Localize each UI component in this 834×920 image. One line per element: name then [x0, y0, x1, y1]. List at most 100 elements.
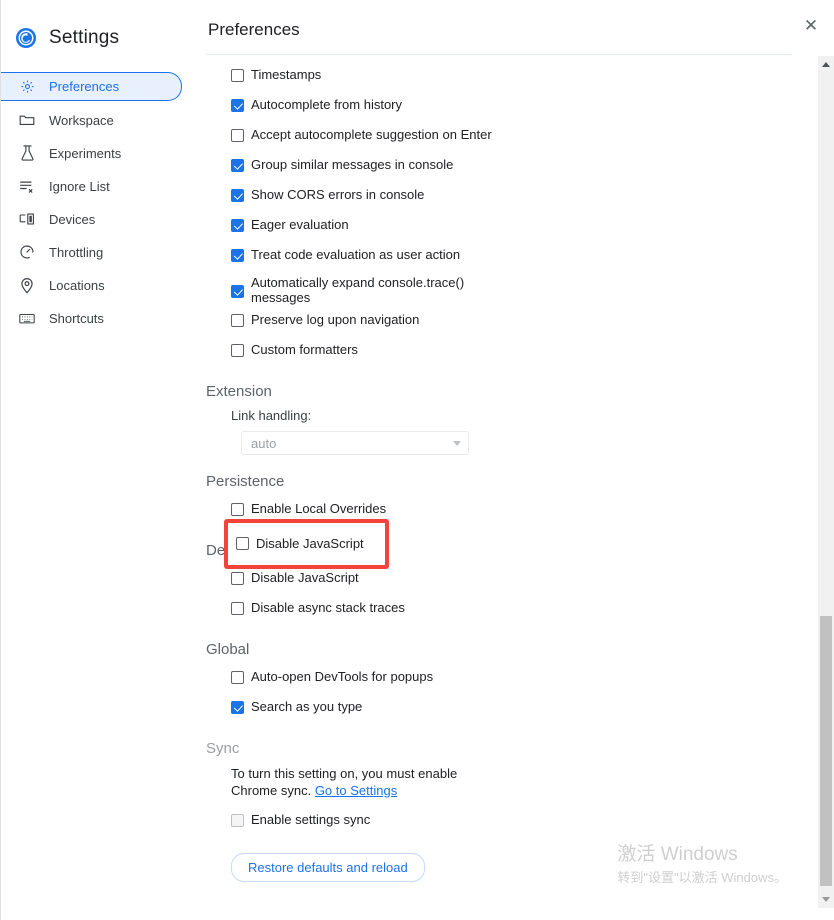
checkbox-auto-open-devtools-for-popups[interactable] — [231, 671, 244, 684]
link-handling-value: auto — [251, 435, 277, 451]
sidebar-item-label: Shortcuts — [49, 310, 104, 326]
annotation-target-label: Disable JavaScript — [256, 536, 364, 551]
sync-note: To turn this setting on, you must enable… — [206, 765, 491, 799]
checkbox-row-enable-local-overrides[interactable]: Enable Local Overrides — [206, 498, 791, 524]
sidebar-nav: Preferences Workspace Experiments Ignore… — [1, 72, 198, 332]
restore-defaults-button[interactable]: Restore defaults and reload — [231, 853, 425, 882]
checkbox-row-enable-settings-sync[interactable]: Enable settings sync — [206, 809, 791, 835]
checkbox-row-auto-open-devtools-for-popups[interactable]: Auto-open DevTools for popups — [206, 666, 791, 692]
checkbox-label: Timestamps — [251, 67, 322, 82]
checkbox-accept-autocomplete-on-enter[interactable] — [231, 129, 244, 142]
gauge-icon — [19, 244, 35, 260]
settings-scroll-area: Timestamps Autocomplete from history Acc… — [206, 56, 791, 908]
checkbox-row-group-similar-messages[interactable]: Group similar messages in console — [206, 154, 791, 180]
flask-icon — [19, 145, 35, 161]
watermark-line1: 激活 Windows — [617, 844, 738, 865]
checkbox-label: Show CORS errors in console — [251, 187, 425, 202]
checkbox-show-cors-errors[interactable] — [231, 189, 244, 202]
checkbox-row-preserve-log[interactable]: Preserve log upon navigation — [206, 309, 791, 335]
checkbox-row-custom-formatters[interactable]: Custom formatters — [206, 339, 791, 365]
main-pane: Preferences ✕ Timestamps Autocomplete fr… — [198, 0, 834, 920]
checkbox-row-show-cors-errors[interactable]: Show CORS errors in console — [206, 184, 791, 210]
checkbox-auto-expand-console-trace[interactable] — [231, 285, 244, 298]
section-heading-global: Global — [206, 641, 250, 658]
checkbox-disable-javascript-highlighted[interactable] — [236, 537, 249, 550]
checkbox-disable-async-stack-traces[interactable] — [231, 602, 244, 615]
location-pin-icon — [19, 277, 35, 294]
sidebar-item-preferences[interactable]: Preferences — [1, 72, 182, 101]
checkbox-enable-local-overrides[interactable] — [231, 503, 244, 516]
checkbox-row-autocomplete-from-history[interactable]: Autocomplete from history — [206, 94, 791, 120]
annotation-target[interactable]: Disable JavaScript — [236, 536, 364, 551]
checkbox-row-disable-async-stack-traces[interactable]: Disable async stack traces — [206, 597, 791, 623]
checkbox-label: Enable Local Overrides — [251, 501, 387, 516]
sidebar-item-devices[interactable]: Devices — [1, 205, 198, 233]
sidebar-item-throttling[interactable]: Throttling — [1, 238, 198, 266]
checkbox-label: Group similar messages in console — [251, 157, 454, 172]
checkbox-search-as-you-type[interactable] — [231, 701, 244, 714]
sidebar-item-ignore-list[interactable]: Ignore List — [1, 172, 198, 200]
sidebar-item-label: Locations — [49, 277, 105, 293]
checkbox-label: Custom formatters — [251, 342, 358, 357]
checkbox-group-similar-messages[interactable] — [231, 159, 244, 172]
sidebar-item-locations[interactable]: Locations — [1, 271, 198, 299]
sidebar-item-label: Devices — [49, 211, 96, 227]
checkbox-row-search-as-you-type[interactable]: Search as you type — [206, 696, 791, 722]
sidebar-item-label: Preferences — [49, 79, 120, 94]
checkbox-row-accept-autocomplete-on-enter[interactable]: Accept autocomplete suggestion on Enter — [206, 124, 791, 150]
scroll-up-arrow-icon[interactable] — [818, 56, 834, 73]
vertical-scrollbar[interactable] — [818, 56, 834, 908]
close-icon[interactable]: ✕ — [800, 14, 822, 36]
checkbox-enable-settings-sync[interactable] — [231, 814, 244, 827]
sidebar-item-experiments[interactable]: Experiments — [1, 139, 198, 167]
checkbox-custom-formatters[interactable] — [231, 344, 244, 357]
checkbox-row-treat-code-evaluation-as-user-action[interactable]: Treat code evaluation as user action — [206, 244, 791, 270]
page-title: Preferences — [208, 20, 300, 39]
windows-activation-watermark: 激活 Windows 转到"设置"以激活 Windows。 — [617, 842, 787, 888]
checkbox-preserve-log[interactable] — [231, 314, 244, 327]
header-divider — [206, 54, 792, 55]
sidebar-item-label: Throttling — [49, 244, 104, 260]
checkbox-row-auto-expand-console-trace[interactable]: Automatically expand console.trace() mes… — [206, 274, 791, 305]
checkbox-label: Disable async stack traces — [251, 600, 405, 615]
checkbox-treat-code-evaluation-as-user-action[interactable] — [231, 249, 244, 262]
checkbox-timestamps[interactable] — [231, 69, 244, 82]
checkbox-row-disable-javascript[interactable]: Disable JavaScript — [206, 567, 791, 593]
checkbox-autocomplete-from-history[interactable] — [231, 99, 244, 112]
sidebar-item-label: Experiments — [49, 145, 122, 161]
sidebar: Settings Preferences Workspace Experimen… — [1, 0, 198, 920]
checkbox-row-timestamps[interactable]: Timestamps — [206, 64, 791, 90]
folder-icon — [19, 112, 35, 128]
checkbox-label: Autocomplete from history — [251, 97, 403, 112]
checkbox-row-eager-evaluation[interactable]: Eager evaluation — [206, 214, 791, 240]
gear-icon — [19, 79, 35, 95]
sidebar-item-label: Workspace — [49, 112, 114, 128]
console-options-group: Timestamps Autocomplete from history Acc… — [206, 64, 791, 365]
watermark-line2: 转到"设置"以激活 Windows。 — [617, 870, 787, 885]
ignore-list-icon — [19, 178, 35, 194]
checkbox-label: Automatically expand console.trace() mes… — [251, 275, 465, 305]
settings-dialog: Settings Preferences Workspace Experimen… — [0, 0, 834, 920]
brand: Settings — [1, 0, 198, 58]
scrollbar-thumb[interactable] — [820, 616, 832, 886]
checkbox-eager-evaluation[interactable] — [231, 219, 244, 232]
checkbox-disable-javascript[interactable] — [231, 572, 244, 585]
checkbox-label: Accept autocomplete suggestion on Enter — [251, 127, 492, 142]
checkbox-label: Eager evaluation — [251, 217, 349, 232]
devices-icon — [19, 211, 35, 227]
sidebar-item-label: Ignore List — [49, 178, 110, 194]
checkbox-label: Disable JavaScript — [251, 570, 359, 585]
link-handling-select[interactable]: auto — [241, 431, 469, 455]
scroll-down-arrow-icon[interactable] — [818, 891, 834, 908]
checkbox-label: Search as you type — [251, 699, 363, 714]
section-heading-sync: Sync — [206, 740, 240, 757]
link-handling-label: Link handling: — [231, 408, 312, 423]
section-heading-persistence: Persistence — [206, 473, 285, 490]
keyboard-icon — [19, 310, 35, 326]
checkbox-label: Treat code evaluation as user action — [251, 247, 461, 262]
sidebar-item-shortcuts[interactable]: Shortcuts — [1, 304, 198, 332]
chrome-logo-icon — [15, 27, 37, 49]
app-title: Settings — [49, 27, 120, 48]
sidebar-item-workspace[interactable]: Workspace — [1, 106, 198, 134]
go-to-settings-link[interactable]: Go to Settings — [315, 783, 397, 798]
